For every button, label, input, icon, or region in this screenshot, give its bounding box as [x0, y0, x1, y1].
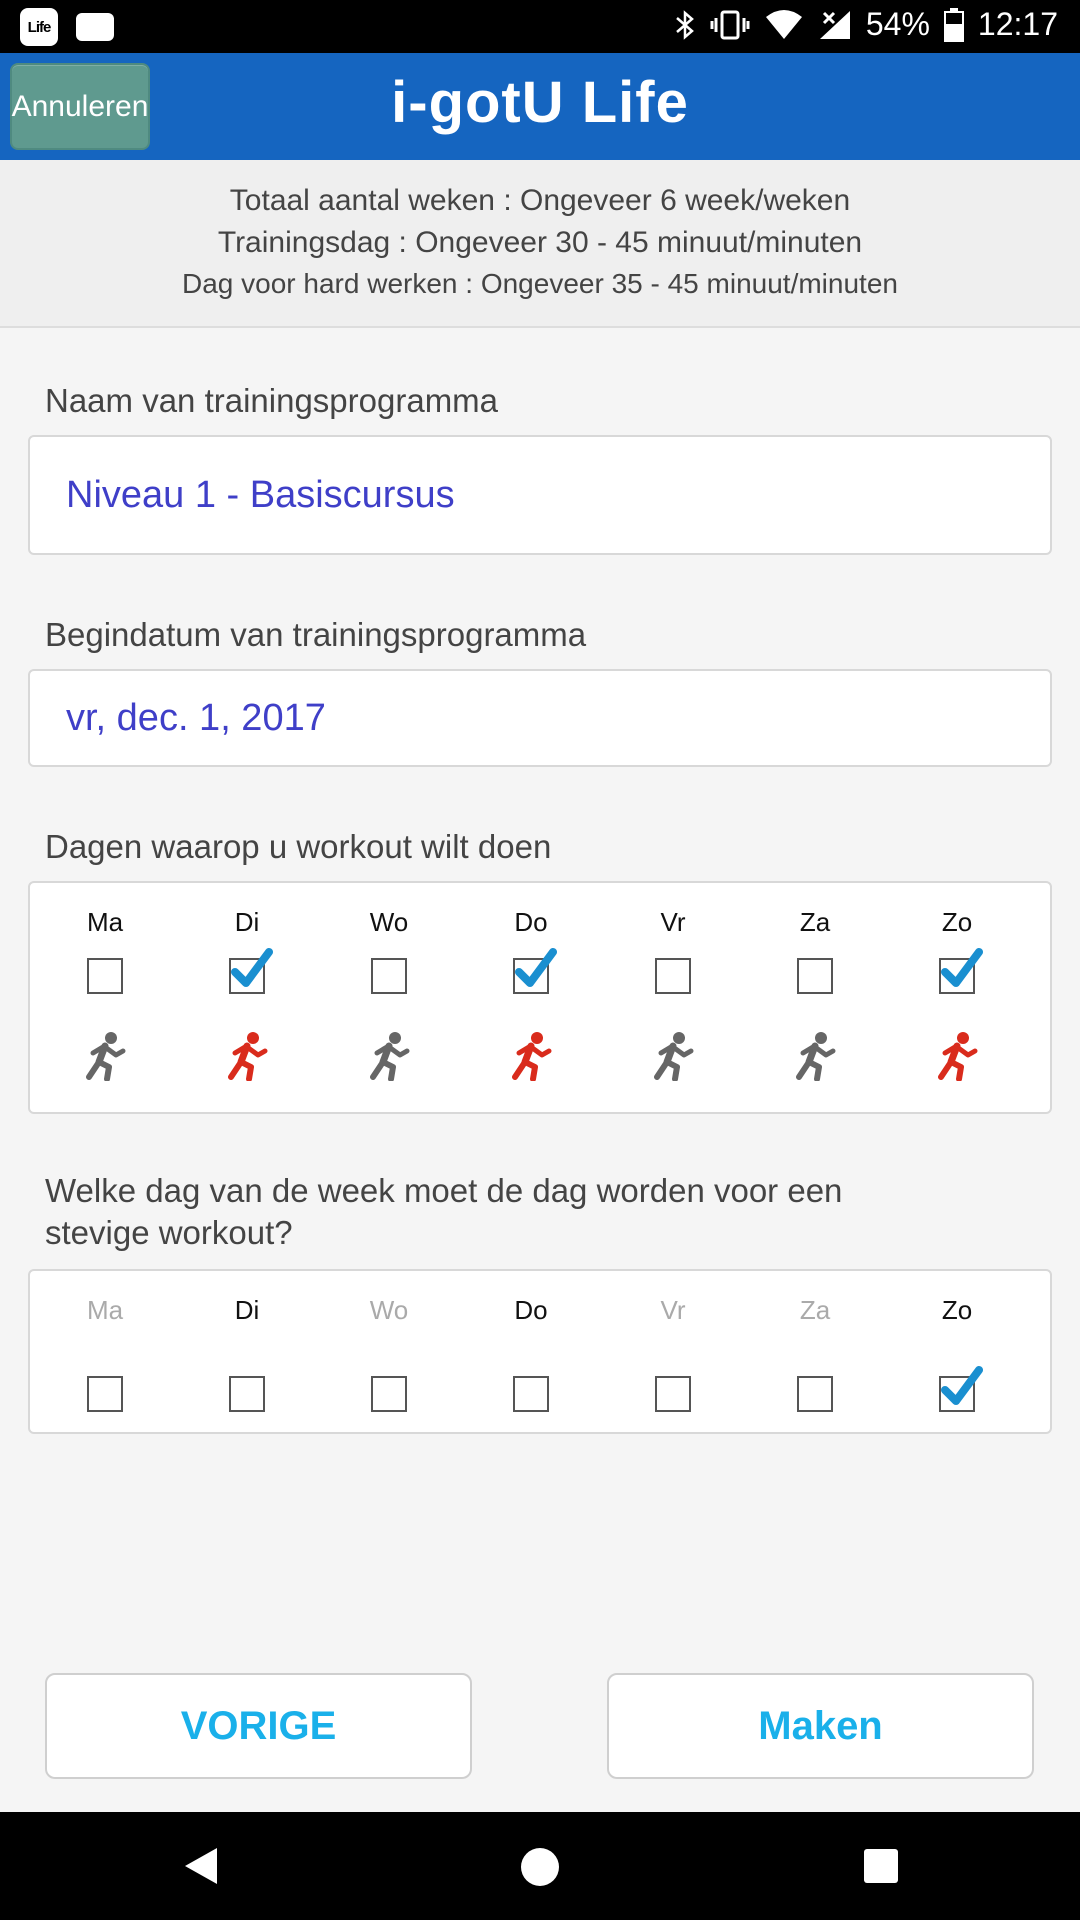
day-name-label: Di [234, 1295, 260, 1325]
workout-day-do: Do [460, 883, 602, 1112]
app-bar: Annuleren i-gotU Life [0, 53, 1080, 160]
app-title: i-gotU Life [391, 70, 689, 135]
hard-checkbox-do[interactable] [513, 1376, 549, 1412]
recent-apps-icon[interactable] [864, 1849, 898, 1883]
home-icon[interactable] [521, 1848, 559, 1886]
workout-checkbox-do[interactable] [513, 948, 557, 994]
hard-day-zo: Zo [886, 1271, 1028, 1432]
workout-days-label: Dagen waarop u workout wilt doen [45, 828, 552, 865]
day-name-label: Do [514, 1295, 548, 1325]
runner-icon [793, 1031, 837, 1082]
runner-icon [935, 1031, 979, 1082]
hard-checkbox-ma[interactable] [87, 1376, 123, 1412]
day-name-label: Za [799, 1295, 831, 1325]
app-notification-icon: Life [20, 8, 58, 46]
hard-checkbox-za[interactable] [797, 1376, 833, 1412]
workout-days-selector: Ma Di Wo Do Vr Za Zo [28, 881, 1052, 1114]
program-name-field[interactable]: Niveau 1 - Basiscursus [28, 435, 1052, 555]
hard-day-selector: Ma Di Wo Do Vr Za Zo [28, 1269, 1052, 1434]
day-name-label: Zo [941, 907, 973, 937]
wifi-icon [764, 9, 804, 41]
summary-hard-day: Dag voor hard werken : Ongeveer 35 - 45 … [182, 268, 898, 299]
status-bar: Life 54% 12:17 [0, 0, 1080, 53]
previous-button[interactable]: VORIGE [45, 1673, 472, 1779]
workout-day-zo: Zo [886, 883, 1028, 1112]
hard-checkbox-di[interactable] [229, 1376, 265, 1412]
back-icon[interactable] [183, 1846, 219, 1886]
program-summary: Totaal aantal weken : Ongeveer 6 week/we… [0, 160, 1080, 328]
workout-day-vr: Vr [602, 883, 744, 1112]
day-name-label: Ma [86, 1295, 124, 1325]
hard-checkbox-vr[interactable] [655, 1376, 691, 1412]
workout-checkbox-za[interactable] [797, 958, 833, 994]
workout-checkbox-di[interactable] [229, 948, 273, 994]
runner-icon [509, 1031, 553, 1082]
hard-checkbox-wo[interactable] [371, 1376, 407, 1412]
runner-icon [225, 1031, 269, 1082]
day-name-label: Di [234, 907, 260, 937]
day-name-label: Zo [941, 1295, 973, 1325]
cellular-signal-icon [818, 9, 852, 41]
workout-day-za: Za [744, 883, 886, 1112]
summary-total-weeks: Totaal aantal weken : Ongeveer 6 week/we… [229, 184, 851, 217]
bluetooth-icon [674, 9, 696, 41]
day-name-label: Vr [660, 1295, 686, 1325]
battery-icon [943, 7, 964, 42]
program-name-label: Naam van trainingsprogramma [45, 382, 499, 419]
day-name-label: Wo [369, 907, 409, 937]
runner-icon [83, 1031, 127, 1082]
image-notification-icon [76, 13, 114, 41]
clock: 12:17 [977, 6, 1058, 42]
hard-day-za: Za [744, 1271, 886, 1432]
workout-day-di: Di [176, 883, 318, 1112]
start-date-field[interactable]: vr, dec. 1, 2017 [28, 669, 1052, 767]
create-button[interactable]: Maken [607, 1673, 1034, 1779]
day-name-label: Vr [660, 907, 686, 937]
hard-day-do: Do [460, 1271, 602, 1432]
day-name-label: Do [514, 907, 548, 937]
hard-day-vr: Vr [602, 1271, 744, 1432]
vibrate-icon [710, 9, 750, 41]
workout-checkbox-vr[interactable] [655, 958, 691, 994]
workout-checkbox-wo[interactable] [371, 958, 407, 994]
workout-day-ma: Ma [34, 883, 176, 1112]
navigation-bar [0, 1812, 1080, 1920]
runner-icon [651, 1031, 695, 1082]
start-date-label: Begindatum van trainingsprogramma [45, 616, 587, 653]
runner-icon [367, 1031, 411, 1082]
battery-percent: 54% [865, 6, 930, 42]
day-name-label: Ma [86, 907, 124, 937]
hard-checkbox-zo[interactable] [939, 1366, 983, 1412]
workout-checkbox-ma[interactable] [87, 958, 123, 994]
day-name-label: Za [799, 907, 831, 937]
workout-checkbox-zo[interactable] [939, 948, 983, 994]
summary-training-day: Trainingsdag : Ongeveer 30 - 45 minuut/m… [217, 226, 863, 259]
hard-day-ma: Ma [34, 1271, 176, 1432]
hard-day-label: Welke dag van de week moet de dag worden… [45, 1172, 843, 1251]
hard-day-di: Di [176, 1271, 318, 1432]
day-name-label: Wo [369, 1295, 409, 1325]
hard-day-wo: Wo [318, 1271, 460, 1432]
workout-day-wo: Wo [318, 883, 460, 1112]
